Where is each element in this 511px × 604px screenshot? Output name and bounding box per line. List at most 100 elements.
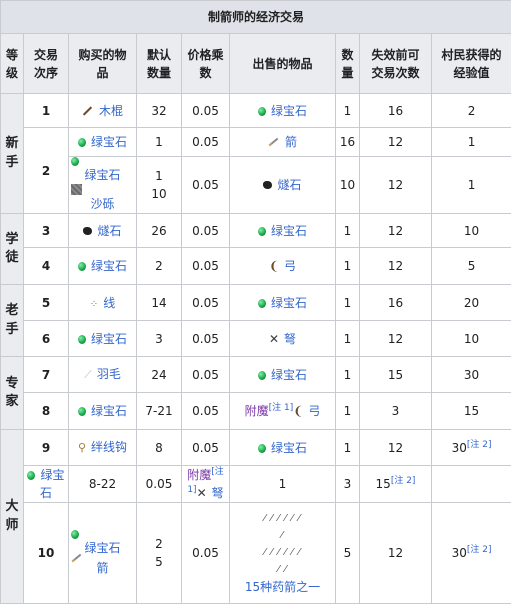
sell-item[interactable]: 燧石 [230,157,336,214]
gravel-icon [71,184,82,195]
uses: 16 [360,94,432,128]
table-row: 老手 5 ⁘线 14 0.05 绿宝石 1 16 20 [1,285,511,321]
buy-item[interactable]: 绿宝石 [24,466,69,503]
sell-item[interactable]: 绿宝石 [230,214,336,248]
xp: 10 [432,321,511,357]
header-default-qty: 默认数量 [137,34,182,94]
xp: 1 [432,128,511,157]
tipped-arrow-icons: ⁄ ⁄ ⁄ ⁄ ⁄ ⁄ ⁄ ⁄ ⁄ ⁄ ⁄ ⁄ ⁄ ⁄ ⁄ [232,510,333,578]
price-mult: 0.05 [137,466,182,503]
sell-item[interactable]: 附魔[注 1]❨弓 [230,393,336,430]
trade-order: 3 [24,214,69,248]
qty: 1 [336,321,360,357]
header-order: 交易次序 [24,34,69,94]
emerald-icon [258,299,266,308]
sell-item[interactable]: 绿宝石 [230,357,336,393]
emerald-icon [258,227,266,236]
emerald-icon [258,371,266,380]
default-qty: 24 [137,357,182,393]
bow-icon: ❨ [293,404,303,418]
default-qty: 2 [137,248,182,285]
trade-order: 7 [24,357,69,393]
qty: 1 [336,393,360,430]
uses: 12 [360,157,432,214]
buy-item[interactable]: ⚲绊线钩 [69,430,137,466]
buy-item[interactable]: 木棍 [69,94,137,128]
xp: 1 [432,157,511,214]
trade-order: 5 [24,285,69,321]
emerald-icon [27,471,35,480]
default-qty: 8-22 [69,466,137,503]
xp: 20 [432,285,511,321]
sell-item[interactable]: 绿宝石 [230,430,336,466]
default-qty: 1 [137,128,182,157]
uses: 12 [360,128,432,157]
price-mult: 0.05 [182,94,230,128]
default-qty: 14 [137,285,182,321]
qty: 16 [336,128,360,157]
buy-item[interactable]: 绿宝石 [69,128,137,157]
buy-item[interactable]: 绿宝石 沙砾 [69,157,137,214]
uses: 16 [360,285,432,321]
table-caption: 制箭师的经济交易 [1,1,511,34]
sell-item[interactable]: ❨弓 [230,248,336,285]
crossbow-icon: ✕ [269,332,279,346]
price-mult: 0.05 [182,430,230,466]
note-link[interactable]: [注 2] [467,440,492,450]
sell-item[interactable]: 附魔[注 1]✕弩 [182,466,230,503]
qty: 1 [336,285,360,321]
note-link[interactable]: [注 2] [391,476,416,486]
default-qty: 7-21 [137,393,182,430]
price-mult: 0.05 [182,157,230,214]
uses: 12 [360,503,432,604]
trade-order: 6 [24,321,69,357]
header-buy: 购买的物品 [69,34,137,94]
tipped-arrow-label[interactable]: 15种药箭之一 [232,578,333,596]
buy-item[interactable]: 绿宝石 [69,321,137,357]
uses: 15 [360,357,432,393]
price-mult: 0.05 [182,393,230,430]
buy-item[interactable]: 绿宝石 [69,393,137,430]
sell-item[interactable]: ⁄ ⁄ ⁄ ⁄ ⁄ ⁄ ⁄ ⁄ ⁄ ⁄ ⁄ ⁄ ⁄ ⁄ ⁄ 15种药箭之一 [230,503,336,604]
header-uses: 失效前可交易次数 [360,34,432,94]
buy-item[interactable]: 绿宝石 [69,248,137,285]
qty: 1 [336,214,360,248]
sell-item[interactable]: ✕弩 [230,321,336,357]
sell-item[interactable]: 绿宝石 [230,94,336,128]
table-row: 4 绿宝石 2 0.05 ❨弓 1 12 5 [1,248,511,285]
default-qty: 25 [137,503,182,604]
default-qty: 8 [137,430,182,466]
sell-item[interactable]: 箭 [230,128,336,157]
buy-item[interactable]: ⟋羽毛 [69,357,137,393]
sell-item[interactable]: 绿宝石 [230,285,336,321]
xp: 10 [432,214,511,248]
trade-order: 4 [24,248,69,285]
header-sell: 出售的物品 [230,34,336,94]
default-qty: 26 [137,214,182,248]
buy-item[interactable]: 绿宝石 箭 [69,503,137,604]
xp: 30[注 2] [432,503,511,604]
note-link[interactable]: [注 2] [467,545,492,555]
tier-master: 大师 [1,430,24,604]
emerald-icon [71,530,79,539]
uses: 12 [360,214,432,248]
buy-item[interactable]: 燧石 [69,214,137,248]
emerald-icon [78,407,86,416]
note-link[interactable]: [注 1] [269,403,294,413]
arrow-icon [269,138,279,147]
qty: 1 [230,466,336,503]
uses: 12 [360,321,432,357]
buy-item[interactable]: ⁘线 [69,285,137,321]
xp: 30[注 2] [432,430,511,466]
tier-expert: 专家 [1,357,24,430]
emerald-icon [258,444,266,453]
trade-order: 2 [24,128,69,214]
qty: 10 [336,157,360,214]
xp: 15 [432,393,511,430]
trade-order: 8 [24,393,69,430]
table-row: 学徒 3 燧石 26 0.05 绿宝石 1 12 10 [1,214,511,248]
header-xp: 村民获得的经验值 [432,34,511,94]
tier-apprentice: 学徒 [1,214,24,285]
table-row: 专家 7 ⟋羽毛 24 0.05 绿宝石 1 15 30 [1,357,511,393]
table-row: 2 绿宝石 1 0.05 箭 16 12 1 [1,128,511,157]
